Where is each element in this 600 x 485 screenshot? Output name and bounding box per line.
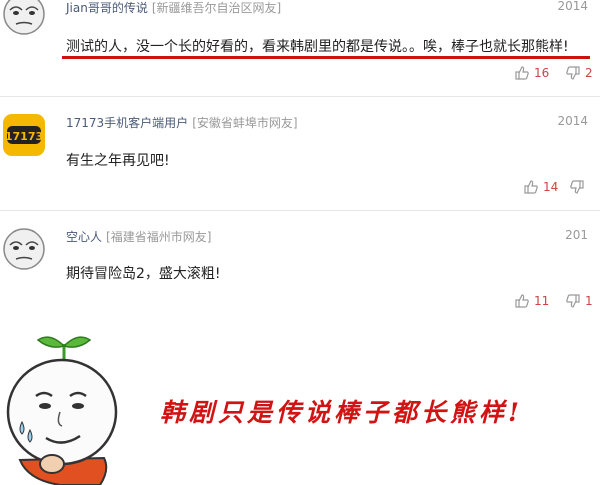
thumbs-up-icon [515,66,529,80]
dislike-count: 1 [585,294,593,308]
comment-location: [安徽省蚌埠市网友] [192,116,298,130]
17173-logo-icon[interactable]: 17173 [2,113,46,157]
comment-username[interactable]: 空心人 [66,230,102,244]
like-count: 16 [534,66,550,80]
comment-meta: 17173手机客户端用户 [安徽省蚌埠市网友] [66,114,298,131]
meme-caption: 韩剧只是传说棒子都长熊样! [160,398,523,427]
dislike-count: 2 [585,66,593,80]
comment-year: 2014 [557,0,588,13]
comment-location: [新疆维吾尔自治区网友] [151,1,282,15]
face-avatar-icon[interactable] [2,227,46,271]
comment-text: 测试的人，没一个长的好看的，看来韩剧里的都是传说。。唉，棒子也就长那熊样! [66,39,569,55]
thumbs-down-icon [566,294,580,308]
comment-divider [0,210,600,211]
like-count: 14 [543,180,559,194]
face-avatar-icon[interactable] [2,0,46,36]
like-count: 11 [534,294,550,308]
dislike-button[interactable]: 1 [566,294,593,308]
meme-character-image [6,336,118,485]
dislike-button[interactable]: 2 [566,66,593,80]
comment-username[interactable]: 17173手机客户端用户 [66,116,188,130]
comment-meta: 空心人 [福建省福州市网友] [66,228,211,245]
logo-text: 17173 [5,130,43,143]
comment-text: 期待冒险岛2，盛大滚粗! [66,266,221,282]
thumbs-up-icon [515,294,529,308]
like-button[interactable]: 14 [524,180,558,194]
highlight-underline [62,56,590,59]
comment-username[interactable]: Jian哥哥的传说 [66,1,148,15]
like-button[interactable]: 16 [515,66,549,80]
thumbs-down-icon [566,66,580,80]
comment-text: 有生之年再见吧! [66,153,170,169]
comment-meta: Jian哥哥的传说 [新疆维吾尔自治区网友] [66,0,281,16]
like-button[interactable]: 11 [515,294,549,308]
dislike-button[interactable] [570,180,589,194]
comment-year: 201 [565,228,588,242]
comment-location: [福建省福州市网友] [106,230,212,244]
comment-year: 2014 [557,114,588,128]
comment-divider [0,96,600,97]
thumbs-up-icon [524,180,538,194]
thumbs-down-icon [570,180,584,194]
